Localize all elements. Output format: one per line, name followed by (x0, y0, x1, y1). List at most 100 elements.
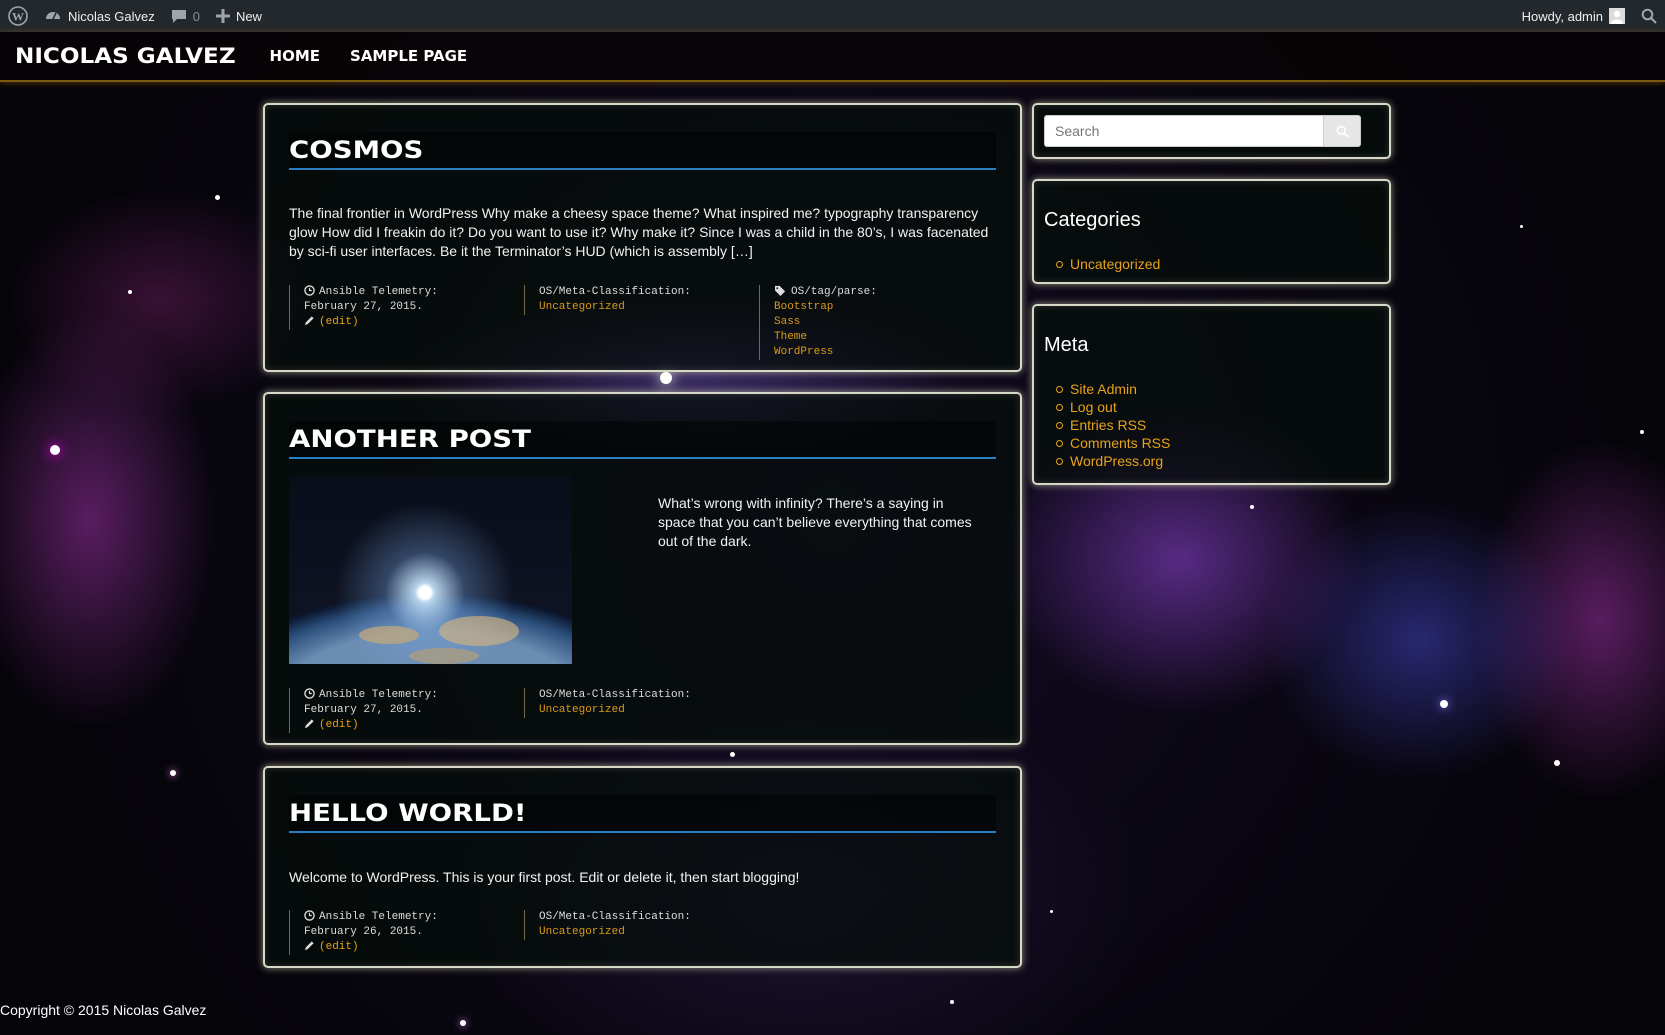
pencil-icon (304, 316, 314, 326)
earth-land (439, 616, 519, 646)
post-title-link[interactable]: ANOTHER POST (289, 425, 531, 453)
meta-link-site-admin[interactable]: Site Admin (1055, 380, 1170, 398)
star (1640, 430, 1644, 434)
edit-link[interactable]: (edit) (319, 941, 359, 953)
user-account-menu[interactable]: Howdy, admin (1514, 0, 1633, 32)
site-name-label: Nicolas Galvez (68, 8, 155, 24)
post-title-link[interactable]: COSMOS (289, 136, 423, 164)
clock-icon (304, 688, 315, 699)
classification-label: OS/Meta-Classification: (539, 689, 691, 701)
comments-button[interactable]: 0 (163, 0, 208, 32)
post-excerpt: Welcome to WordPress. This is your first… (289, 869, 800, 885)
post-date: February 27, 2015. (304, 704, 423, 716)
categories-title: Categories (1044, 209, 1141, 231)
search-widget (1032, 103, 1391, 159)
star (1440, 700, 1448, 708)
meta-widget: Meta Site Admin Log out Entries RSS Comm… (1032, 304, 1391, 485)
post-title-bar: HELLO WORLD! (289, 795, 996, 833)
clock-icon (304, 285, 315, 296)
meta-link-entries-rss[interactable]: Entries RSS (1055, 416, 1170, 434)
telemetry-label: Ansible Telemetry: (319, 689, 438, 701)
post-title-link[interactable]: HELLO WORLD! (289, 799, 526, 827)
category-link[interactable]: Uncategorized (539, 925, 739, 940)
edit-link[interactable]: (edit) (319, 316, 359, 328)
post-meta-telemetry: Ansible Telemetry: February 27, 2015. (e… (289, 285, 499, 330)
classification-label: OS/Meta-Classification: (539, 286, 691, 298)
site-name-menu[interactable]: Nicolas Galvez (36, 0, 163, 32)
classification-label: OS/Meta-Classification: (539, 911, 691, 923)
post-excerpt: What’s wrong with infinity? There’s a sa… (658, 495, 972, 549)
star (1520, 225, 1523, 228)
new-label: New (235, 8, 262, 24)
category-item-uncategorized[interactable]: Uncategorized (1055, 255, 1160, 273)
user-icon (1609, 8, 1625, 24)
post-meta-tags: OS/tag/parse: Bootstrap Sass Theme WordP… (759, 285, 979, 360)
post-date: February 27, 2015. (304, 301, 423, 313)
pencil-icon (304, 719, 314, 729)
post-meta-classification: OS/Meta-Classification: Uncategorized (524, 688, 739, 718)
categories-widget: Categories Uncategorized (1032, 179, 1391, 284)
admin-bar: W Nicolas Galvez 0 New Howdy, admin (0, 0, 1665, 32)
star (730, 752, 735, 757)
post-meta-telemetry: Ansible Telemetry: February 27, 2015. (e… (289, 688, 499, 733)
star (128, 290, 132, 294)
comment-icon (171, 10, 186, 23)
earth-land (409, 648, 479, 664)
nav-sample-page-link[interactable]: SAMPLE PAGE (350, 47, 467, 65)
post-meta-classification: OS/Meta-Classification: Uncategorized (524, 285, 739, 315)
tag-link-bootstrap[interactable]: Bootstrap (774, 300, 979, 315)
post-cosmos: COSMOS The final frontier in WordPress W… (263, 103, 1022, 372)
category-link[interactable]: Uncategorized (539, 703, 739, 718)
meta-link-comments-rss[interactable]: Comments RSS (1055, 434, 1170, 452)
search-icon (1641, 8, 1657, 24)
wordpress-icon: W (8, 6, 28, 26)
star (215, 195, 220, 200)
howdy-label: Howdy, admin (1521, 8, 1603, 24)
earth-land (359, 626, 419, 644)
category-link[interactable]: Uncategorized (539, 300, 739, 315)
star (50, 445, 60, 455)
wordpress-logo-button[interactable]: W (0, 0, 36, 32)
post-hello-world: HELLO WORLD! Welcome to WordPress. This … (263, 766, 1022, 968)
admin-search-button[interactable] (1633, 0, 1665, 32)
tag-link-wordpress[interactable]: WordPress (774, 345, 979, 360)
post-meta-classification: OS/Meta-Classification: Uncategorized (524, 910, 739, 940)
meta-title: Meta (1044, 334, 1089, 356)
star (660, 372, 672, 384)
search-submit-button[interactable] (1323, 115, 1361, 147)
meta-link-log-out[interactable]: Log out (1055, 398, 1170, 416)
featured-image-earth[interactable] (289, 476, 572, 664)
nav-home-link[interactable]: HOME (270, 47, 320, 65)
meta-list: Site Admin Log out Entries RSS Comments … (1055, 380, 1170, 470)
post-date: February 26, 2015. (304, 926, 423, 938)
star (1050, 910, 1053, 913)
tags-label: OS/tag/parse: (791, 286, 877, 298)
post-title-bar: COSMOS (289, 132, 996, 170)
search-icon (1336, 125, 1349, 138)
site-title-link[interactable]: NICOLAS GALVEZ (15, 44, 236, 68)
star (460, 1020, 466, 1026)
svg-text:W: W (12, 10, 24, 24)
star (1250, 505, 1254, 509)
telemetry-label: Ansible Telemetry: (319, 911, 438, 923)
search-input[interactable] (1044, 115, 1324, 147)
site-navbar: NICOLAS GALVEZ HOME SAMPLE PAGE (0, 32, 1665, 82)
avatar (1609, 8, 1625, 24)
telemetry-label: Ansible Telemetry: (319, 286, 438, 298)
pencil-icon (304, 941, 314, 951)
star (170, 770, 176, 776)
tag-link-sass[interactable]: Sass (774, 315, 979, 330)
post-excerpt: The final frontier in WordPress Why make… (289, 205, 989, 259)
plus-icon (215, 9, 230, 23)
tag-link-theme[interactable]: Theme (774, 330, 979, 345)
new-content-button[interactable]: New (208, 0, 270, 32)
comments-count: 0 (192, 8, 200, 24)
tags-icon (775, 285, 786, 296)
meta-link-wordpress-org[interactable]: WordPress.org (1055, 452, 1170, 470)
star (950, 1000, 954, 1004)
post-title-bar: ANOTHER POST (289, 421, 996, 459)
edit-link[interactable]: (edit) (319, 719, 359, 731)
star (1554, 760, 1560, 766)
clock-icon (304, 910, 315, 921)
footer-copyright: Copyright © 2015 Nicolas Galvez (0, 1002, 207, 1018)
